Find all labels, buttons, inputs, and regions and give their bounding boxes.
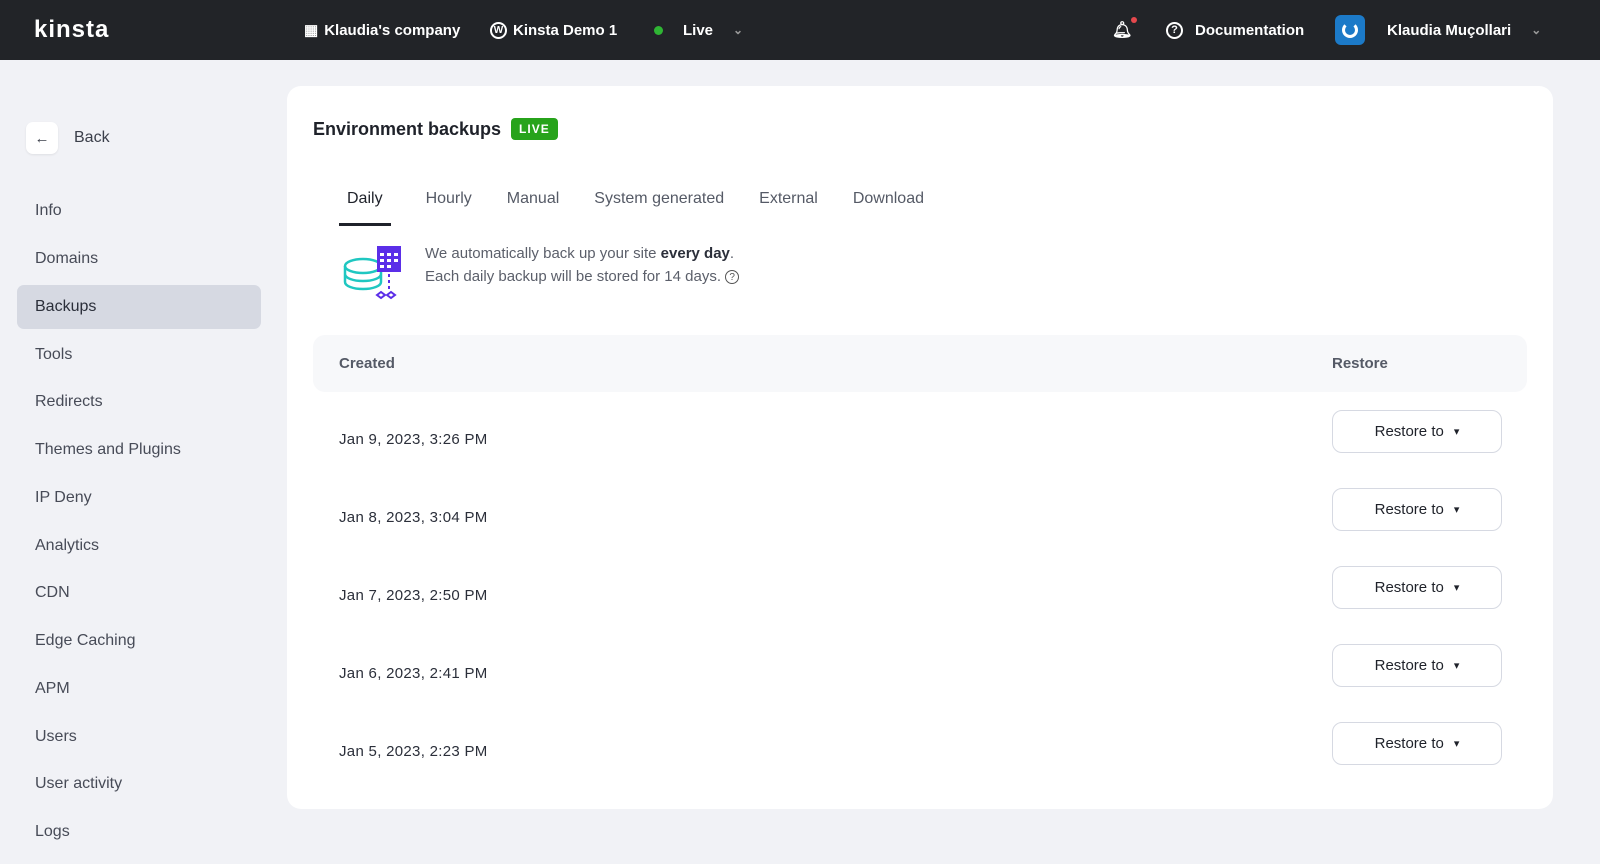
table-row: Jan 8, 2023, 3:04 PM Restore to ▾ <box>313 480 1527 558</box>
table-row: Jan 7, 2023, 2:50 PM Restore to ▾ <box>313 558 1527 636</box>
backup-date: Jan 7, 2023, 2:50 PM <box>339 587 488 604</box>
building-icon: ▦ <box>304 22 319 39</box>
sidebar-item-tools[interactable]: Tools <box>17 333 261 377</box>
chevron-down-icon: ⌄ <box>1531 23 1542 37</box>
live-status-dot <box>654 25 663 35</box>
restore-to-button[interactable]: Restore to ▾ <box>1332 644 1502 687</box>
notifications-button[interactable]: 🔔︎ <box>1112 0 1138 60</box>
tab-manual[interactable]: Manual <box>507 190 559 226</box>
restore-to-button[interactable]: Restore to ▾ <box>1332 566 1502 609</box>
chevron-down-icon: ▾ <box>1453 660 1460 672</box>
table-row: Jan 9, 2023, 3:26 PM Restore to ▾ <box>313 402 1527 480</box>
column-created: Created <box>339 355 395 372</box>
sidebar-item-domains[interactable]: Domains <box>17 237 261 281</box>
tab-hourly[interactable]: Hourly <box>426 190 472 226</box>
help-icon: ? <box>1166 21 1183 39</box>
documentation-link[interactable]: ? Documentation <box>1166 0 1304 60</box>
backup-tabs: Daily Hourly Manual System generated Ext… <box>339 190 959 226</box>
table-header: Created Restore <box>313 335 1527 392</box>
tab-system-generated[interactable]: System generated <box>594 190 724 226</box>
backups-card: Environment backups LIVE Daily Hourly Man… <box>287 86 1553 809</box>
chevron-down-icon: ▾ <box>1453 582 1460 594</box>
page-title: Environment backups LIVE <box>313 118 558 140</box>
backup-date: Jan 8, 2023, 3:04 PM <box>339 509 488 526</box>
chevron-down-icon: ▾ <box>1453 426 1460 438</box>
sidebar-item-edge-caching[interactable]: Edge Caching <box>17 619 261 663</box>
sidebar-item-logs[interactable]: Logs <box>17 810 261 854</box>
restore-to-button[interactable]: Restore to ▾ <box>1332 722 1502 765</box>
backup-date: Jan 6, 2023, 2:41 PM <box>339 665 488 682</box>
backup-date: Jan 5, 2023, 2:23 PM <box>339 743 488 760</box>
database-calendar-icon <box>343 246 401 300</box>
table-row: Jan 5, 2023, 2:23 PM Restore to ▾ <box>313 714 1527 792</box>
sidebar-item-analytics[interactable]: Analytics <box>17 524 261 568</box>
sidebar-item-themes-plugins[interactable]: Themes and Plugins <box>17 428 261 472</box>
company-selector[interactable]: ▦ Klaudia's company <box>304 0 460 60</box>
backup-date: Jan 9, 2023, 3:26 PM <box>339 431 488 448</box>
column-restore: Restore <box>1332 355 1388 372</box>
restore-to-button[interactable]: Restore to ▾ <box>1332 410 1502 453</box>
back-button[interactable]: ← Back <box>26 122 110 154</box>
sidebar-item-users[interactable]: Users <box>17 715 261 759</box>
environment-selector[interactable]: Live ⌄ <box>654 0 743 60</box>
tab-download[interactable]: Download <box>853 190 924 226</box>
chevron-down-icon: ⌄ <box>733 23 744 37</box>
kinsta-logo[interactable]: kinsta <box>34 0 109 60</box>
tab-external[interactable]: External <box>759 190 818 226</box>
chevron-down-icon: ▾ <box>1453 504 1460 516</box>
table-row: Jan 6, 2023, 2:41 PM Restore to ▾ <box>313 636 1527 714</box>
avatar <box>1335 15 1365 45</box>
sidebar-item-info[interactable]: Info <box>17 189 261 233</box>
sidebar-item-redirects[interactable]: Redirects <box>17 380 261 424</box>
chevron-down-icon: ▾ <box>1453 738 1460 750</box>
tab-daily[interactable]: Daily <box>339 190 391 226</box>
help-icon[interactable]: ? <box>725 270 740 285</box>
sidebar-item-user-activity[interactable]: User activity <box>17 762 261 806</box>
daily-backup-info: We automatically back up your site every… <box>343 242 740 300</box>
restore-to-button[interactable]: Restore to ▾ <box>1332 488 1502 531</box>
live-badge: LIVE <box>511 118 558 140</box>
site-selector[interactable]: W Kinsta Demo 1 <box>490 0 617 60</box>
top-bar: kinsta ▦ Klaudia's company W Kinsta Demo 1… <box>0 0 1600 60</box>
arrow-left-icon: ← <box>26 122 58 154</box>
sidebar-item-cdn[interactable]: CDN <box>17 571 261 615</box>
sidebar-item-apm[interactable]: APM <box>17 667 261 711</box>
sidebar-item-ip-deny[interactable]: IP Deny <box>17 476 261 520</box>
bell-icon: 🔔︎ <box>1112 17 1138 39</box>
sidebar-item-backups[interactable]: Backups <box>17 285 261 329</box>
user-menu[interactable]: Klaudia Muçollari ⌄ <box>1335 0 1541 60</box>
wordpress-icon: W <box>490 21 507 39</box>
